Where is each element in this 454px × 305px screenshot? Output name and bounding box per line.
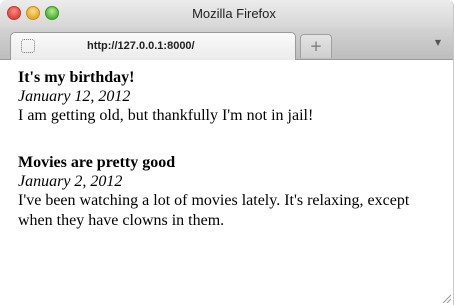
post-body: I've been watching a lot of movies latel… [18,192,410,229]
browser-window: Mozilla Firefox http://127.0.0.1:8000/ +… [0,0,454,305]
page-content: It's my birthday! January 12, 2012 I am … [0,60,453,305]
post-title: Movies are pretty good [18,154,176,171]
post-date: January 12, 2012 [18,88,131,105]
tab-strip: http://127.0.0.1:8000/ + ▼ [0,28,453,60]
window-title: Mozilla Firefox [192,6,276,21]
list-all-tabs-icon[interactable]: ▼ [432,37,444,49]
blog-post: It's my birthday! January 12, 2012 I am … [18,68,428,126]
resize-grip-icon[interactable] [441,293,451,303]
new-tab-button[interactable]: + [300,34,332,58]
post-date: January 2, 2012 [18,173,123,190]
tab-title: http://127.0.0.1:8000/ [87,40,195,52]
page-favicon-icon [21,39,35,53]
tab-active[interactable]: http://127.0.0.1:8000/ [10,32,296,60]
post-body: I am getting old, but thankfully I'm not… [18,107,314,124]
post-title: It's my birthday! [18,69,135,86]
blog-post: Movies are pretty good January 2, 2012 I… [18,153,428,231]
title-bar[interactable]: Mozilla Firefox [0,0,453,28]
